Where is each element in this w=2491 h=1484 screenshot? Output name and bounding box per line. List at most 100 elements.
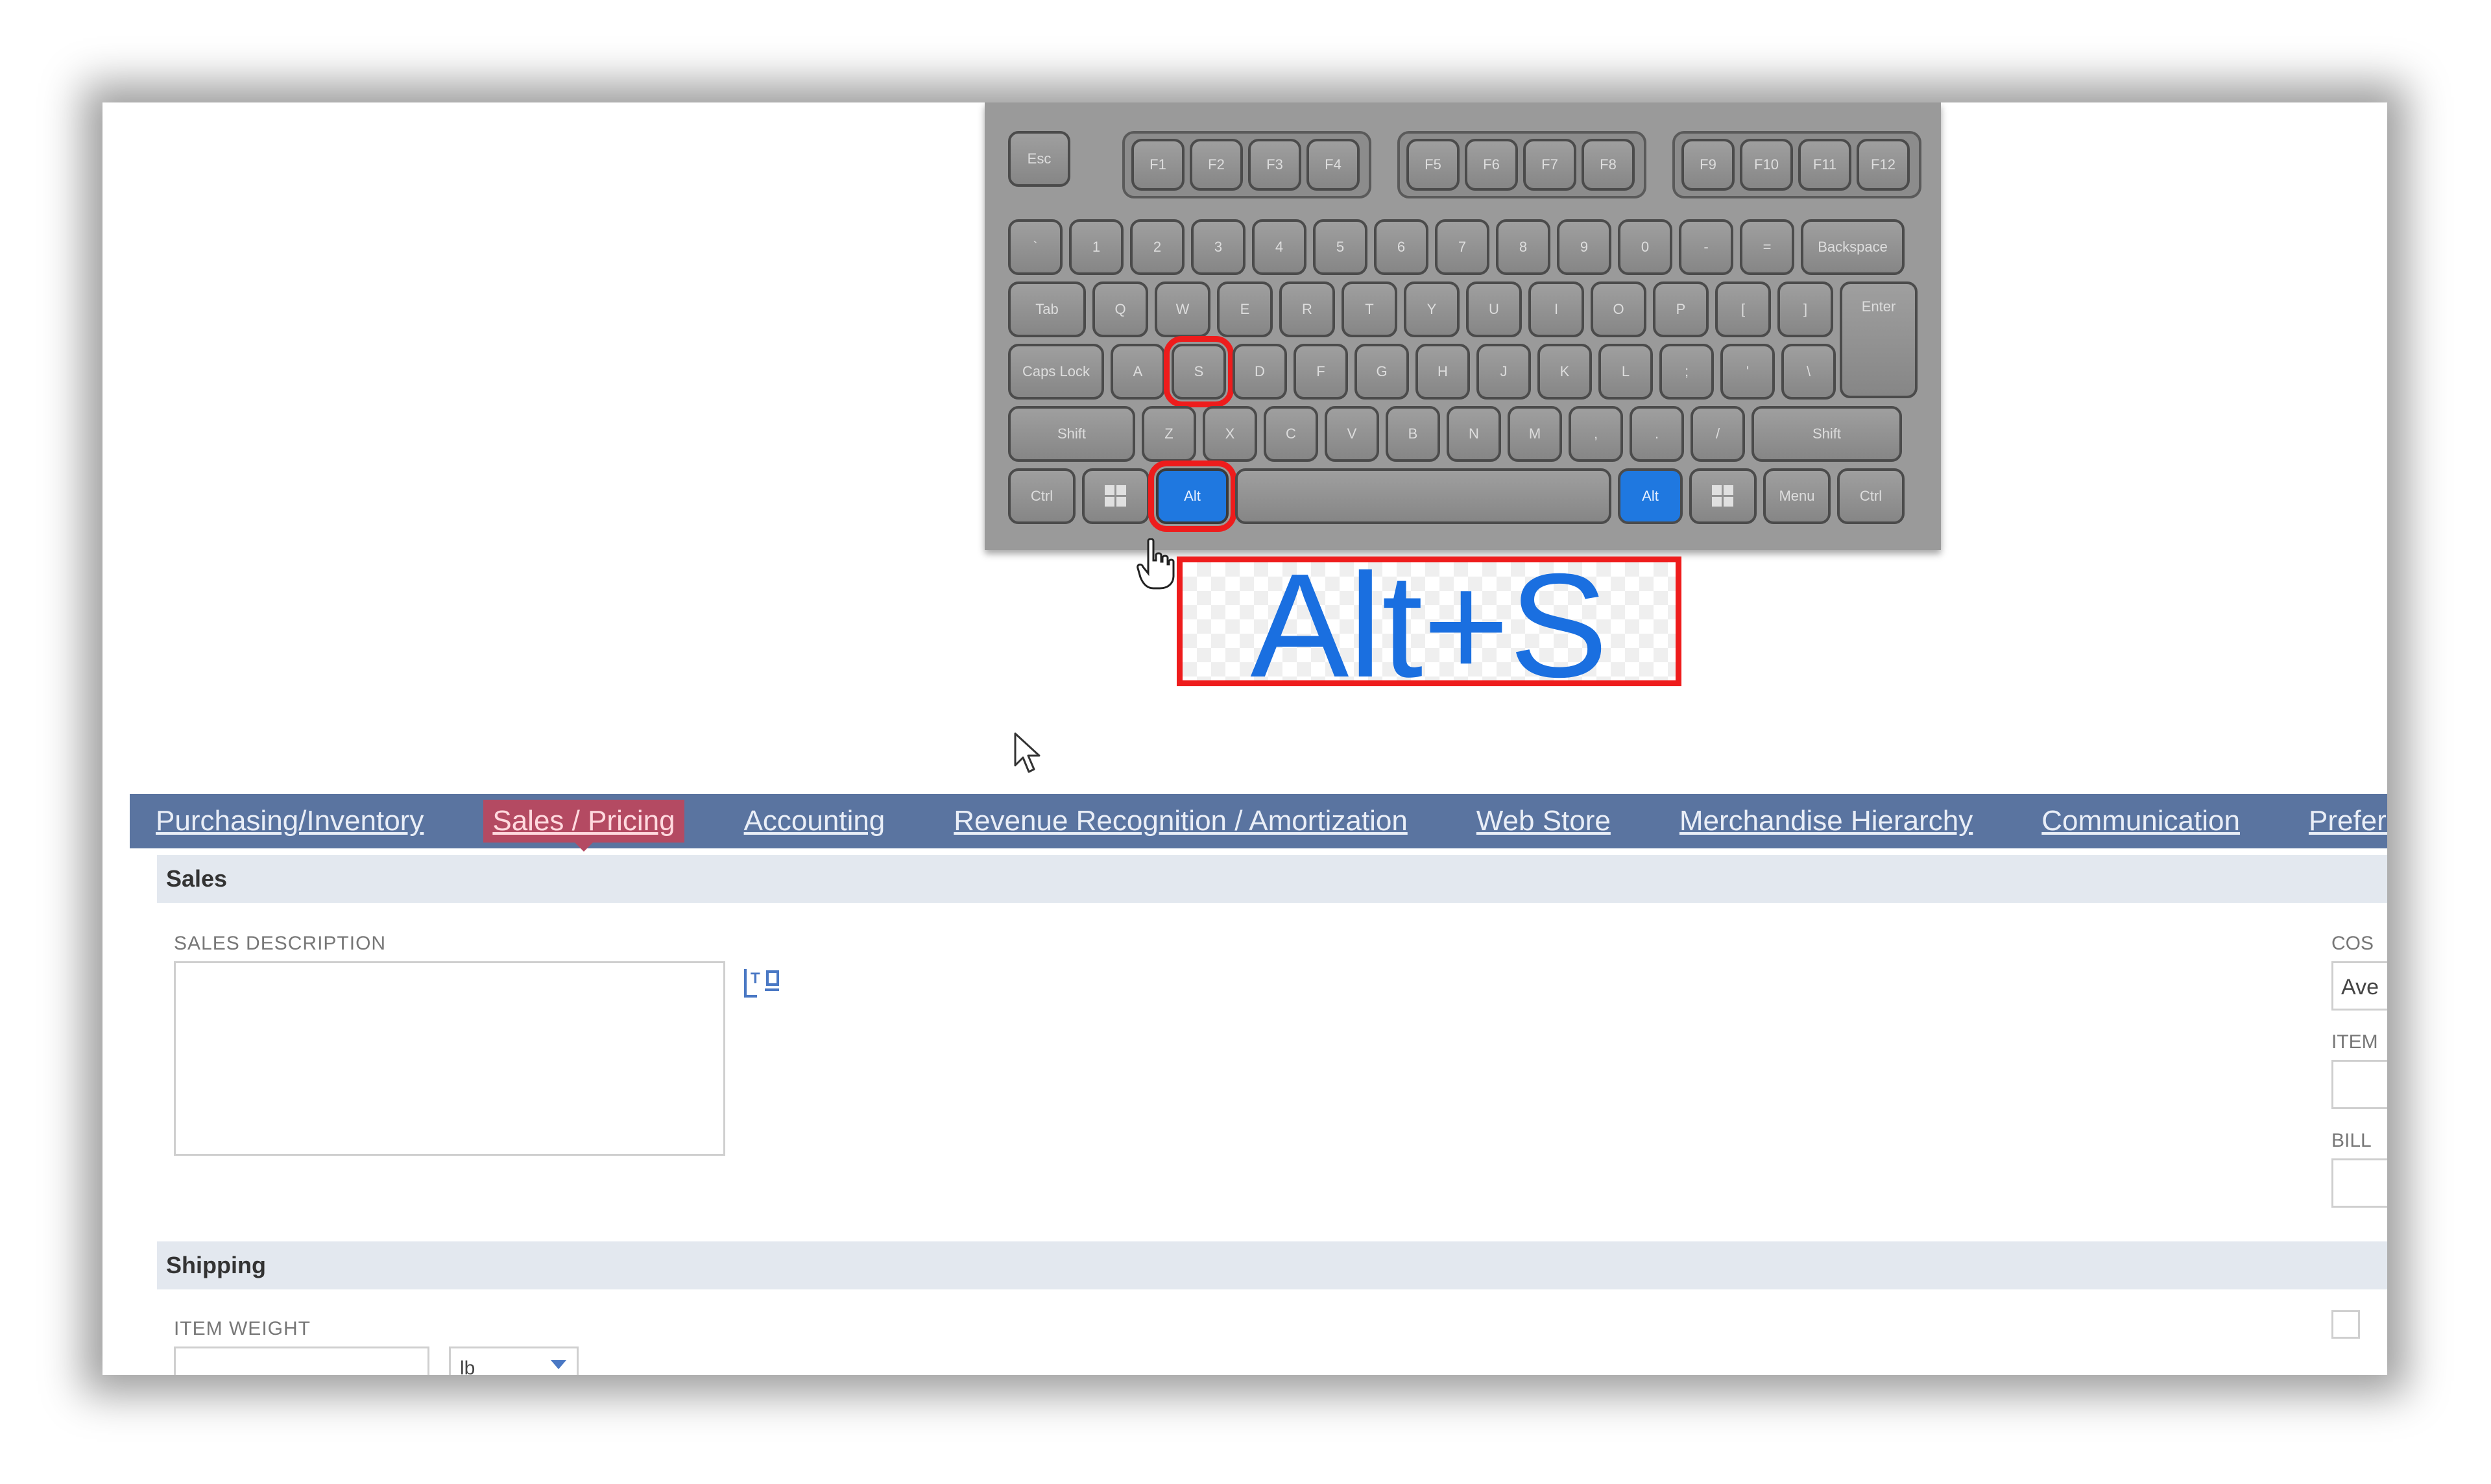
key-u: U	[1466, 281, 1522, 337]
key-shift-left: Shift	[1008, 406, 1135, 462]
key-g: G	[1354, 344, 1409, 400]
function-key-row: Esc F1 F2 F3 F4 F5 F6 F7 F8 F9 F10 F11 F…	[1008, 131, 1925, 198]
key-equals: =	[1740, 219, 1794, 275]
fn-group-3: F9 F10 F11 F12	[1672, 131, 1921, 198]
key-p: P	[1653, 281, 1709, 337]
key-caps-lock: Caps Lock	[1008, 344, 1104, 400]
key-2: 2	[1130, 219, 1185, 275]
key-d: D	[1233, 344, 1287, 400]
sales-section-header: Sales	[157, 855, 2387, 903]
subtab-bar: Purchasing/Inventory Sales / Pricing Acc…	[130, 794, 2387, 852]
key-right-bracket: ]	[1777, 281, 1833, 337]
key-3: 3	[1191, 219, 1246, 275]
key-backspace: Backspace	[1801, 219, 1905, 275]
weight-unit-select[interactable]: lb	[449, 1346, 579, 1375]
weight-unit-value: lb	[460, 1358, 475, 1375]
key-e: E	[1217, 281, 1273, 337]
key-alt-left-highlighted: Alt	[1148, 461, 1236, 532]
windows-logo-icon-right	[1689, 468, 1757, 524]
shipping-section-header: Shipping	[157, 1241, 2387, 1289]
key-z: Z	[1142, 406, 1196, 462]
fn-group-2: F5 F6 F7 F8	[1397, 131, 1646, 198]
item-weight-input[interactable]	[174, 1346, 429, 1375]
key-5: 5	[1313, 219, 1367, 275]
tab-merchandise-hierarchy[interactable]: Merchandise Hierarchy	[1670, 800, 1982, 843]
key-tab: Tab	[1008, 281, 1086, 337]
key-esc: Esc	[1008, 131, 1070, 187]
key-quote: '	[1720, 344, 1775, 400]
key-backslash: \	[1781, 344, 1836, 400]
key-0: 0	[1618, 219, 1672, 275]
key-slash: /	[1691, 406, 1745, 462]
key-r: R	[1279, 281, 1335, 337]
sales-description-field[interactable]	[174, 961, 725, 1156]
key-f9: F9	[1681, 139, 1735, 191]
tab-web-store[interactable]: Web Store	[1467, 800, 1620, 843]
screenshot-frame: Esc F1 F2 F3 F4 F5 F6 F7 F8 F9 F10 F11 F…	[102, 102, 2387, 1375]
cost-field-label: COS	[2331, 933, 2374, 954]
key-b: B	[1386, 406, 1440, 462]
key-f: F	[1294, 344, 1348, 400]
rich-text-editor-icon[interactable]: T	[741, 965, 783, 1001]
key-minus: -	[1679, 219, 1733, 275]
key-semicolon: ;	[1659, 344, 1714, 400]
sales-description-label: SALES DESCRIPTION	[174, 933, 387, 954]
bill-field-input[interactable]	[2331, 1158, 2387, 1208]
key-f12: F12	[1857, 139, 1910, 191]
key-alt-right: Alt	[1618, 468, 1683, 524]
tab-accounting[interactable]: Accounting	[735, 800, 895, 843]
key-4: 4	[1252, 219, 1306, 275]
key-j: J	[1476, 344, 1531, 400]
item-field-label: ITEM	[2331, 1031, 2378, 1053]
key-y: Y	[1404, 281, 1460, 337]
key-f10: F10	[1740, 139, 1793, 191]
key-l: L	[1598, 344, 1653, 400]
tab-purchasing-inventory[interactable]: Purchasing/Inventory	[147, 800, 433, 843]
key-o: O	[1591, 281, 1646, 337]
key-8: 8	[1496, 219, 1550, 275]
tab-sales-pricing[interactable]: Sales / Pricing	[483, 800, 684, 852]
keyboard-illustration: Esc F1 F2 F3 F4 F5 F6 F7 F8 F9 F10 F11 F…	[985, 102, 1941, 550]
shortcut-callout: Alt+S	[1177, 552, 1681, 700]
tab-preferences[interactable]: Preferences	[2300, 800, 2387, 843]
key-a: A	[1111, 344, 1165, 400]
key-ctrl-left: Ctrl	[1008, 468, 1076, 524]
key-k: K	[1537, 344, 1592, 400]
key-6: 6	[1374, 219, 1428, 275]
key-f6: F6	[1465, 139, 1518, 191]
cost-field-select[interactable]: Ave	[2331, 961, 2387, 1011]
key-t: T	[1342, 281, 1397, 337]
key-m: M	[1508, 406, 1562, 462]
number-row: ` 1 2 3 4 5 6 7 8 9 0 - = Backspace	[1008, 219, 1925, 275]
key-n: N	[1447, 406, 1501, 462]
key-f5: F5	[1406, 139, 1460, 191]
tab-revenue-recognition[interactable]: Revenue Recognition / Amortization	[945, 800, 1417, 843]
key-s-highlighted: S	[1164, 336, 1234, 407]
svg-text:T: T	[751, 970, 760, 987]
key-f3: F3	[1248, 139, 1301, 191]
fn-group-1: F1 F2 F3 F4	[1122, 131, 1371, 198]
key-f4: F4	[1306, 139, 1360, 191]
key-v: V	[1325, 406, 1379, 462]
item-field-input[interactable]	[2331, 1060, 2387, 1109]
key-1: 1	[1069, 219, 1124, 275]
bottom-letter-row: Shift Z X C V B N M , . / Shift	[1008, 406, 1925, 462]
key-menu: Menu	[1763, 468, 1831, 524]
key-backtick: `	[1008, 219, 1063, 275]
key-f8: F8	[1582, 139, 1635, 191]
key-shift-right: Shift	[1751, 406, 1902, 462]
item-weight-label: ITEM WEIGHT	[174, 1318, 311, 1339]
modifier-row: Ctrl Alt Alt Menu Ctrl	[1008, 461, 1925, 532]
tab-communication[interactable]: Communication	[2032, 800, 2249, 843]
key-x: X	[1203, 406, 1257, 462]
shipping-checkbox[interactable]	[2331, 1310, 2360, 1339]
key-period: .	[1630, 406, 1684, 462]
key-c: C	[1264, 406, 1318, 462]
key-comma: ,	[1569, 406, 1623, 462]
key-ctrl-right: Ctrl	[1837, 468, 1905, 524]
key-spacebar	[1235, 468, 1611, 524]
home-row: Caps Lock A S D F G H J K L ; ' \	[1008, 336, 1925, 407]
key-9: 9	[1557, 219, 1611, 275]
key-f7: F7	[1523, 139, 1576, 191]
key-w: W	[1155, 281, 1210, 337]
